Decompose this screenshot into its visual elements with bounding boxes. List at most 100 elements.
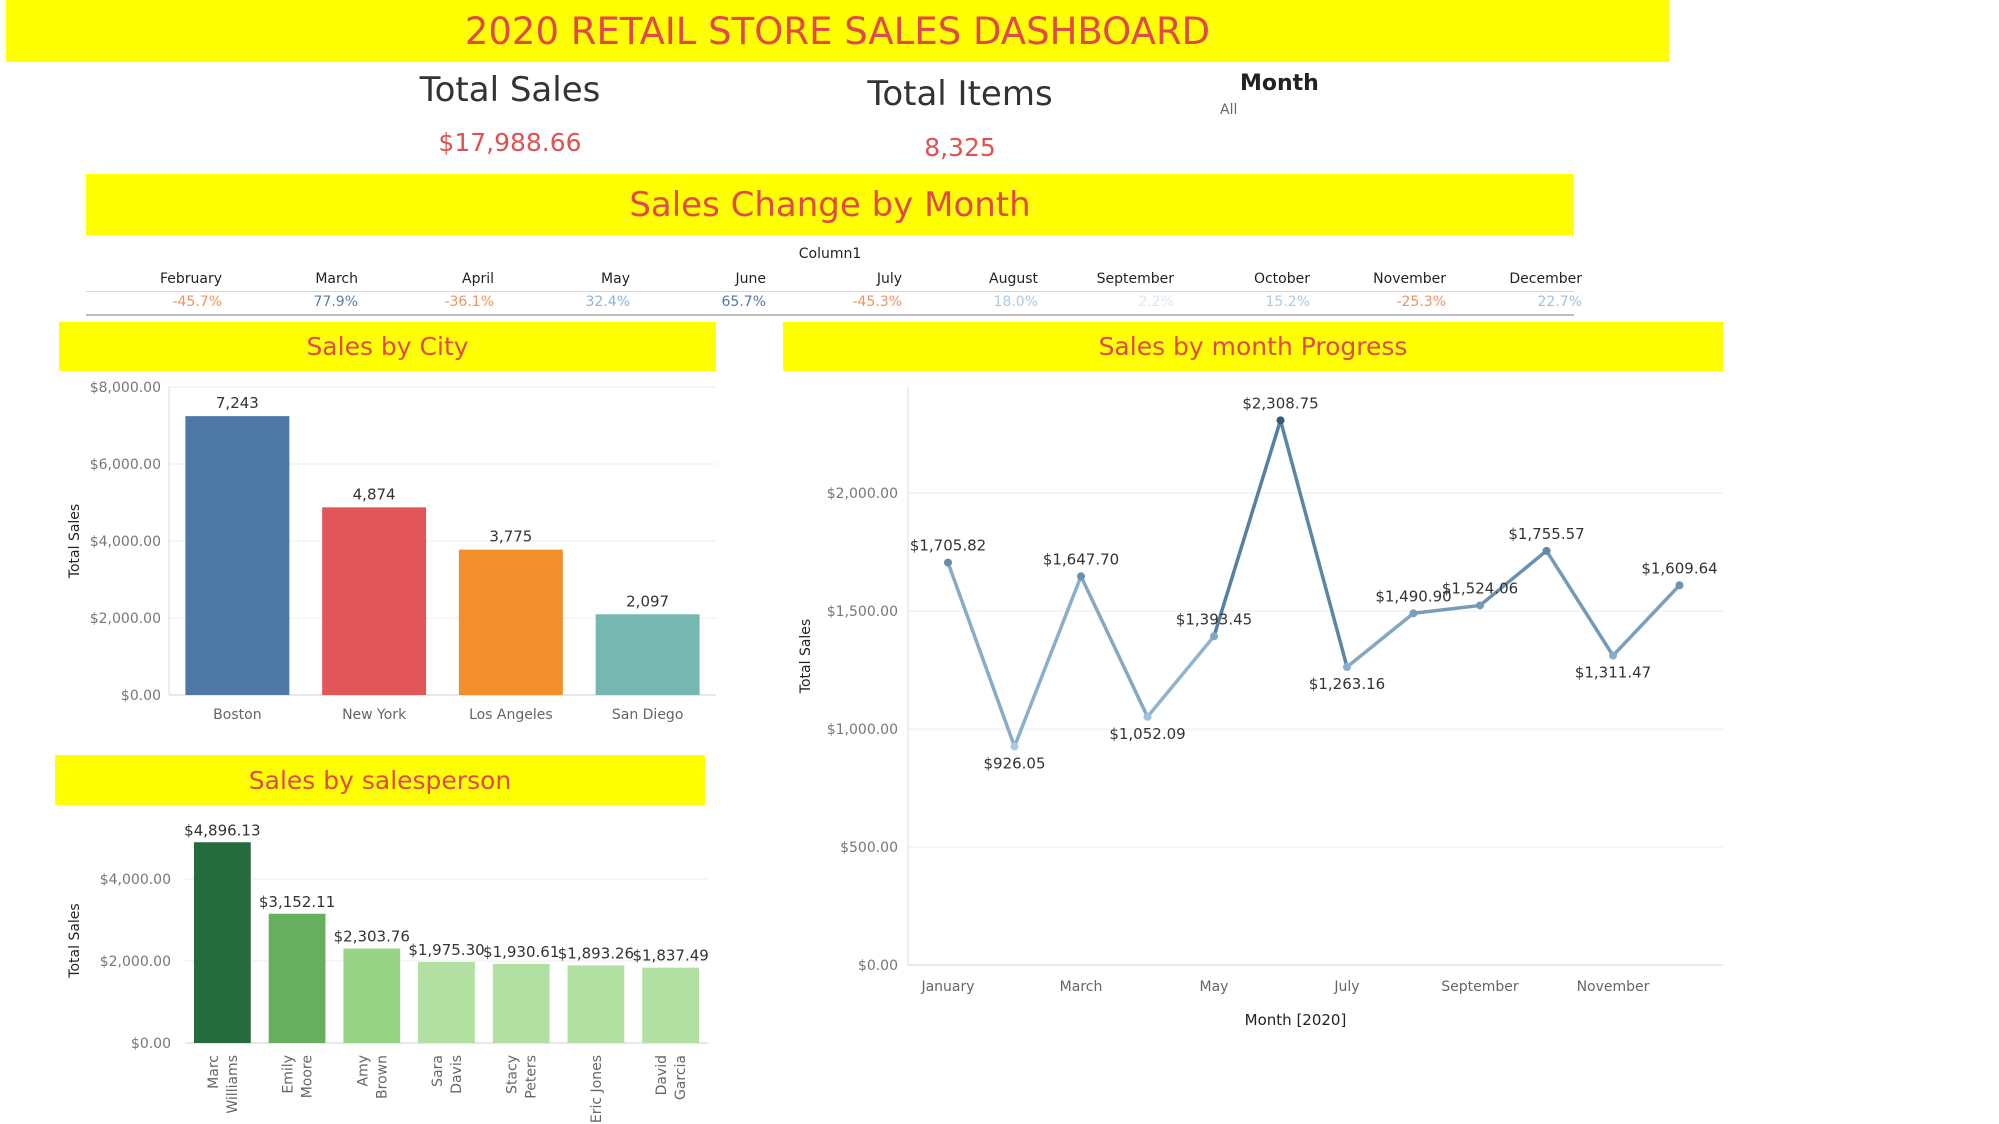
data-label: $1,893.26 <box>558 944 634 962</box>
data-label: 7,243 <box>216 394 259 412</box>
data-label: $1,393.45 <box>1176 610 1252 628</box>
month-change-value: -25.3% <box>1396 294 1446 310</box>
data-label: $1,490.90 <box>1375 587 1451 605</box>
dashboard-title-banner: 2020 RETAIL STORE SALES DASHBOARD <box>6 0 1669 62</box>
x-tick-label: January <box>920 979 974 995</box>
x-tick-label: Marc <box>206 1055 222 1089</box>
month-change-value: 2.2% <box>1138 294 1174 310</box>
data-label: $1,975.30 <box>408 941 484 959</box>
bar <box>642 967 700 1043</box>
x-tick-label: Garcia <box>673 1055 689 1100</box>
data-label: $4,896.13 <box>184 821 260 839</box>
month-filter-value[interactable]: All <box>1220 102 1237 118</box>
total-sales-label: Total Sales <box>419 70 601 110</box>
month-change-value: 77.9% <box>313 294 358 310</box>
month-change-value: 32.4% <box>585 294 630 310</box>
month-header: August <box>989 271 1038 287</box>
month-header: May <box>601 271 630 287</box>
data-label: $1,930.61 <box>483 943 559 961</box>
y-tick-label: $4,000.00 <box>100 872 171 888</box>
line-segment <box>1079 574 1150 719</box>
data-point <box>1675 581 1684 590</box>
month-header: April <box>462 271 494 287</box>
x-tick-label: Eric Jones <box>589 1055 605 1122</box>
bar <box>193 842 251 1043</box>
x-tick-label: New York <box>342 707 407 723</box>
data-label: $2,303.76 <box>334 928 410 946</box>
y-axis-label: Total Sales <box>67 504 83 579</box>
total-items-value: 8,325 <box>924 133 996 162</box>
x-tick-label: Sara <box>430 1055 446 1087</box>
bar <box>322 507 427 695</box>
bar <box>492 963 550 1043</box>
data-point <box>944 558 952 567</box>
data-label: $1,837.49 <box>632 947 708 965</box>
line-segment <box>946 560 1017 749</box>
data-point <box>1276 416 1285 425</box>
month-change-value: 15.2% <box>1265 294 1310 310</box>
progress-chart-banner: Sales by month Progress <box>783 322 1723 371</box>
x-tick-label: Amy <box>355 1055 371 1087</box>
bar <box>185 416 290 695</box>
x-tick-label: David <box>654 1055 670 1095</box>
data-point <box>1143 712 1152 721</box>
bar <box>268 913 326 1043</box>
month-change-value: 18.0% <box>993 294 1038 310</box>
x-tick-label: November <box>1577 979 1650 995</box>
y-tick-label: $0.00 <box>858 958 898 974</box>
month-header: July <box>876 271 902 287</box>
line-segment <box>1611 583 1682 658</box>
y-tick-label: $0.00 <box>131 1036 171 1052</box>
x-tick-label: September <box>1441 979 1519 995</box>
sales-change-banner: Sales Change by Month <box>86 174 1574 235</box>
data-label: $1,263.16 <box>1309 675 1385 693</box>
sales-change-column-header: Column1 <box>798 246 862 262</box>
x-tick-label: Moore <box>300 1055 316 1098</box>
month-header: June <box>735 271 767 287</box>
x-tick-label: Los Angeles <box>469 707 553 723</box>
month-header: November <box>1373 271 1446 287</box>
line-segment <box>1212 418 1283 639</box>
data-point <box>1343 662 1351 671</box>
x-tick-label: March <box>1060 979 1103 995</box>
month-header: February <box>159 271 222 287</box>
y-tick-label: $6,000.00 <box>90 457 161 473</box>
bar <box>567 965 625 1043</box>
y-tick-label: $2,000.00 <box>827 486 898 502</box>
salesperson-chart-banner: Sales by salesperson <box>55 755 705 805</box>
data-point <box>1077 572 1085 581</box>
sales-change-title: Sales Change by Month <box>629 184 1031 225</box>
line-segment <box>1411 603 1482 616</box>
x-tick-label: Davis <box>449 1055 465 1094</box>
city-chart-banner: Sales by City <box>59 322 716 371</box>
data-label: 3,775 <box>489 528 532 546</box>
y-tick-label: $4,000.00 <box>90 534 161 550</box>
month-change-value: -36.1% <box>444 294 494 310</box>
data-label: $3,152.11 <box>259 893 335 911</box>
month-filter[interactable]: Month All <box>1220 68 1400 128</box>
month-change-value: -45.7% <box>172 294 222 310</box>
x-tick-label: May <box>1200 979 1229 995</box>
salesperson-chart-title: Sales by salesperson <box>248 765 512 795</box>
line-segment <box>1012 574 1083 749</box>
line-segment <box>1145 634 1216 719</box>
y-tick-label: $0.00 <box>121 688 161 704</box>
bar <box>595 614 700 695</box>
x-axis-label: Month [2020] <box>1245 1011 1347 1029</box>
line-segment <box>1345 611 1416 669</box>
progress-chart-title: Sales by month Progress <box>1098 332 1408 361</box>
y-tick-label: $500.00 <box>840 840 898 856</box>
table-bottom-border <box>86 314 1574 316</box>
y-axis-label: Total Sales <box>67 903 83 978</box>
x-tick-label: Boston <box>213 707 261 723</box>
data-label: 4,874 <box>353 485 396 503</box>
bar <box>418 962 475 1043</box>
data-label: $1,755.57 <box>1508 525 1584 543</box>
data-label: $2,308.75 <box>1242 394 1318 412</box>
dashboard-title: 2020 RETAIL STORE SALES DASHBOARD <box>464 9 1211 53</box>
y-axis-label: Total Sales <box>798 619 814 694</box>
data-point <box>1542 546 1551 555</box>
y-tick-label: $2,000.00 <box>90 611 161 627</box>
y-tick-label: $2,000.00 <box>100 954 171 970</box>
sales-by-salesperson-chart: $0.00 $2,000.00 $4,000.00 Total Sales $4,896… <box>67 821 709 1122</box>
